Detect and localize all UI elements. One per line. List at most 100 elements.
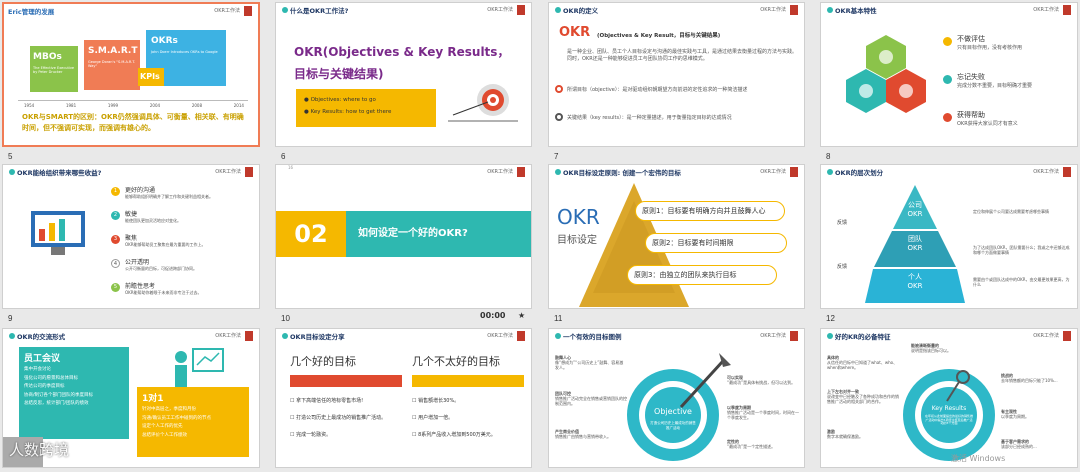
bullet-icon bbox=[827, 169, 833, 175]
bad-goals-title: 几个不太好的目标 bbox=[412, 355, 500, 368]
slide-thumbnail-15[interactable]: 一个有效的目标图例 OKR工作法 Objective 打造公司历史上最成功的销售推… bbox=[548, 328, 805, 468]
slide-thumbnail-10[interactable]: 16 OKR工作法 02 如何设定一个好的OKR? bbox=[275, 164, 532, 309]
slide-number: 6 bbox=[281, 152, 286, 161]
benefit-item: 4 公开透明 公开可衡量的目标，可促进跨部门协同。 bbox=[111, 257, 251, 281]
objective-desc: 打造公司历史上最成功的销售推广活动 bbox=[650, 421, 696, 430]
slide-brand: OKR工作法 bbox=[760, 169, 786, 175]
logo-icon bbox=[517, 167, 525, 177]
feature-3-title: 获得帮助 bbox=[957, 111, 985, 119]
good-goals-title: 几个好的目标 bbox=[290, 355, 356, 368]
good-goals-bar bbox=[290, 375, 402, 387]
principle-2: 原则2：目标要有时间期限 bbox=[645, 233, 787, 253]
objective-label: Objective bbox=[654, 407, 692, 416]
bullet-icon bbox=[555, 333, 561, 339]
bullet-icon bbox=[555, 7, 561, 13]
okr-heading: OKR bbox=[559, 25, 591, 40]
logo-icon bbox=[790, 5, 798, 15]
windows-activation-watermark: 激活 Windows bbox=[951, 454, 1006, 463]
smart-box: S.M.A.R.T George Doran's "S.M.A.R.T. Way" bbox=[84, 40, 140, 90]
callout-top: 能被清晰衡量的 说明是指该目标可以。 bbox=[911, 343, 951, 354]
logo-icon bbox=[1063, 167, 1071, 177]
paragraph-2: 所谓目标（objective）：是对驱动组织朝期望方向前进的定性追求的一种简洁描… bbox=[567, 87, 748, 93]
benefit-item: 1 更好的沟通 能够帮助组织明确并了解工作和关键利益相关者。 bbox=[111, 185, 251, 209]
level-desc-2: 为了达成团队OKR，团队需要什么；我或之中还够达成和哪个方面做要事情 bbox=[973, 245, 1070, 256]
feedback-label: 反馈 bbox=[837, 264, 848, 270]
bullet-icon bbox=[282, 333, 288, 339]
feature-2-icon bbox=[943, 75, 952, 84]
timeline-line bbox=[18, 100, 248, 101]
section-number: 02 bbox=[276, 211, 346, 257]
slide-header: 什么是OKR工作法? bbox=[290, 7, 349, 15]
slide-brand: OKR工作法 bbox=[1033, 333, 1059, 339]
timeline-years: 1954 1981 1999 2004 2008 2014 bbox=[24, 103, 244, 108]
slide-number: 9 bbox=[8, 314, 13, 323]
logo-icon bbox=[244, 6, 252, 16]
callout-right-2: 有主观性 以季度为周期。 bbox=[1001, 409, 1029, 420]
slide-thumbnail-16[interactable]: 好的KR的必备特征 OKR工作法 Key Results 在年初从此前面提出的最好… bbox=[820, 328, 1078, 468]
slide-thumbnail-11[interactable]: OKR目标设定原则: 创建一个宏伟的目标 OKR工作法 OKR 目标设定 原则1：… bbox=[548, 164, 805, 309]
level-desc-3: 需要由个或团队达成中的OKR，由交最更效果更高，为什么 bbox=[973, 277, 1070, 288]
slide-brand: OKR工作法 bbox=[487, 333, 513, 339]
key-results-label: Key Results bbox=[931, 405, 967, 412]
paragraph-1: 是一种企业、团队、员工个人目标设定与沟通的最佳实践与工具，是通过结果去衡量过程的… bbox=[567, 49, 798, 62]
target-icon bbox=[555, 85, 563, 93]
bullet-icon bbox=[9, 169, 15, 175]
slide-brand: OKR工作法 bbox=[487, 169, 513, 175]
slide-brand: OKR工作法 bbox=[1033, 7, 1059, 13]
slide-thumbnail-6[interactable]: 什么是OKR工作法? OKR工作法 OKR(Objectives & Key Re… bbox=[275, 2, 532, 147]
benefit-list: 1 更好的沟通 能够帮助组织明确并了解工作和关键利益相关者。 2 敏捷 能使团队更加灵活… bbox=[111, 185, 251, 305]
feature-2-desc: 完成分数不重要，目标明确才重要 bbox=[957, 83, 1033, 89]
callout-right-3: 定性的 “最成功”是一个定性描述。 bbox=[727, 439, 776, 450]
slide-thumbnail-9[interactable]: OKR能给组织带来哪些收益? OKR工作法 1 更好的沟通 能够帮助组织明确并了解工作… bbox=[2, 164, 260, 309]
kpis-box: KPIs bbox=[138, 68, 164, 86]
media-timer: 00:00 bbox=[480, 311, 506, 320]
good-goal-list: ☐ 拿下高端信任的地标零售市场! ☐ 打造公司历史上最成功的销售推广活动。 ☐ 完成… bbox=[290, 398, 387, 438]
callout-left-1: 鼓舞人心 像“想成为”“公司历史上”鼓舞、容易激发人。 bbox=[555, 355, 624, 371]
slide-brand: OKR工作法 bbox=[487, 7, 513, 13]
slide-brand: OKR工作法 bbox=[215, 333, 241, 339]
principle-1: 原则1：目标要有明确方向并且鼓舞人心 bbox=[635, 201, 785, 221]
slide-thumbnail-5[interactable]: Eric管理的发展 OKR工作法 MBOs The Effective Execut… bbox=[2, 2, 260, 147]
okr-sub-label: 目标设定 bbox=[557, 235, 597, 246]
level-desc-1: 定位和伸展个公司要达成需要考虑哪些事情 bbox=[973, 209, 1049, 214]
slide-header: OKR目标设定原则: 创建一个宏伟的目标 bbox=[563, 169, 681, 177]
level-individual: 个人 OKR bbox=[907, 273, 923, 291]
slide-header: OKR的层次划分 bbox=[835, 169, 884, 177]
slide-number: 7 bbox=[554, 152, 559, 161]
callout-left-2: 上下左右对齐一致 说改变中已经触及了各种成功和合作的销售推广活动的相关部门的合作。 bbox=[827, 389, 899, 405]
logo-icon bbox=[1063, 331, 1071, 341]
slide-header: OKR的交流形式 bbox=[17, 333, 66, 341]
transition-star-icon[interactable]: ★ bbox=[518, 311, 525, 320]
feature-1-title: 不做评估 bbox=[957, 35, 985, 43]
feature-3-icon bbox=[943, 113, 952, 122]
meeting-box: 员工会议 集中开会讨论 强化公司的愿景和总体目标 传达公司的季度目标 协商/制订各个部… bbox=[19, 347, 129, 439]
benefit-item: 2 敏捷 能使团队更加灵活地应对变化。 bbox=[111, 209, 251, 233]
okr-subheading: (Objectives & Key Result，目标与关键结果) bbox=[597, 33, 721, 39]
gears-hexagon-icon bbox=[846, 35, 926, 113]
definition-box: ● Objectives: where to go ● Key Results: … bbox=[296, 89, 436, 127]
bullet-icon bbox=[827, 7, 833, 13]
slide-thumbnail-8[interactable]: OKR基本特性 OKR工作法 不做评估 只有目标作用，没有考核作用 忘记失败 完成… bbox=[820, 2, 1078, 147]
logo-icon bbox=[790, 331, 798, 341]
callout-left-3: 激励 数字本就确保激励。 bbox=[827, 429, 863, 440]
slide-body: OKR与SMART的区别：OKR仍然强调具体、可衡量、相关联、有明确时间，但不强… bbox=[22, 113, 244, 133]
logo-icon bbox=[517, 331, 525, 341]
feedback-label: 反馈 bbox=[837, 220, 848, 226]
slide-number: 12 bbox=[826, 314, 835, 323]
slide-header: OKR的定义 bbox=[563, 7, 599, 15]
slide-thumbnail-14[interactable]: OKR目标设定分享 OKR工作法 几个好的目标 几个不太好的目标 ☐ 拿下高端信任… bbox=[275, 328, 532, 468]
callout-left-2: 团队可控 销售推广活动完全在销售或营销团队的控制范围内。 bbox=[555, 391, 627, 407]
logo-icon bbox=[517, 5, 525, 15]
paragraph-3: 关键结果（key results）：是一种定量描述，用于衡量指定目标的达成情况 bbox=[567, 115, 732, 121]
slide-thumbnail-13[interactable]: OKR的交流形式 OKR工作法 员工会议 集中开会讨论 强化公司的愿景和总体目标 传达… bbox=[2, 328, 260, 468]
slide-thumbnail-12[interactable]: OKR的层次划分 OKR工作法 公司 OKR 团队 OKR 个人 OKR 反馈 反馈 定… bbox=[820, 164, 1078, 309]
key-icon bbox=[555, 113, 563, 121]
slide-brand: OKR工作法 bbox=[214, 8, 240, 14]
slide-title: OKR(Objectives & Key Results， bbox=[294, 45, 510, 59]
logo-icon bbox=[245, 331, 253, 341]
slide-thumbnail-7[interactable]: OKR的定义 OKR工作法 OKR (Objectives & Key Resul… bbox=[548, 2, 805, 147]
slide-number: 10 bbox=[281, 314, 290, 323]
feature-1-icon bbox=[943, 37, 952, 46]
bad-goal-list: ☐ 销售额增长30%。 ☐ 用户增加一倍。 ☐ 8系列产品收入增加到500万美元。 bbox=[412, 398, 496, 438]
benefit-item: 5 前瞻性思考 OKR能帮助你着眼于未来而非专注于过去。 bbox=[111, 281, 251, 305]
